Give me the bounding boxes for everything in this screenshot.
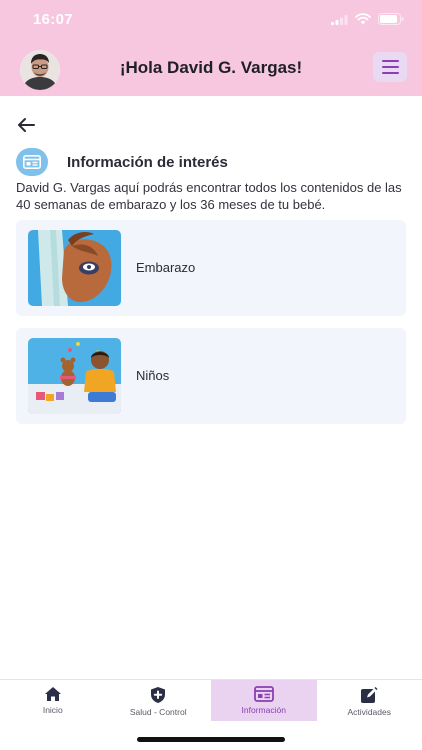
newspaper-icon: [16, 148, 48, 176]
tab-label: Salud - Control: [129, 707, 187, 717]
app-header: ¡Hola David G. Vargas!: [0, 40, 422, 96]
section-header: Información de interés: [16, 148, 228, 176]
card-label-ninos: Niños: [136, 368, 170, 383]
greeting-title: ¡Hola David G. Vargas!: [119, 58, 303, 77]
card-label-embarazo: Embarazo: [136, 260, 196, 275]
tab-label: Información: [241, 705, 286, 715]
home-indicator-area: [0, 721, 422, 750]
menu-button[interactable]: [373, 52, 407, 82]
section-title: Información de interés: [67, 153, 228, 171]
top-bar: 16:07 ¡Hola David G. Vargas!: [0, 0, 422, 96]
pregnancy-illustration: [28, 230, 121, 306]
signal-icon: [331, 14, 348, 25]
shield-plus-icon: [151, 687, 166, 703]
tab-inicio[interactable]: Inicio: [0, 680, 106, 722]
back-button[interactable]: [14, 113, 38, 137]
card-embarazo[interactable]: Embarazo: [16, 220, 406, 316]
hamburger-icon: [381, 60, 399, 62]
bottom-tab-bar: Inicio Salud - Control Información Activ…: [0, 679, 422, 722]
tab-informacion[interactable]: Información: [211, 680, 317, 722]
battery-icon: [378, 13, 404, 25]
tab-actividades[interactable]: Actividades: [317, 680, 422, 722]
status-bar: 16:07: [0, 0, 422, 40]
child-illustration: [28, 338, 121, 414]
tab-label: Inicio: [42, 705, 63, 715]
wifi-icon: [355, 13, 371, 25]
tab-label: Actividades: [347, 707, 391, 717]
tab-salud-control[interactable]: Salud - Control: [106, 680, 212, 722]
arrow-left-icon: [18, 118, 35, 132]
status-icons: [331, 13, 404, 25]
home-icon: [44, 687, 61, 701]
intro-text: David G. Vargas aquí podrás encontrar to…: [16, 180, 402, 212]
status-time: 16:07: [33, 11, 73, 28]
card-ninos[interactable]: Niños: [16, 328, 406, 424]
home-indicator[interactable]: [137, 737, 285, 742]
edit-icon: [361, 686, 378, 703]
newspaper-icon: [253, 686, 274, 702]
